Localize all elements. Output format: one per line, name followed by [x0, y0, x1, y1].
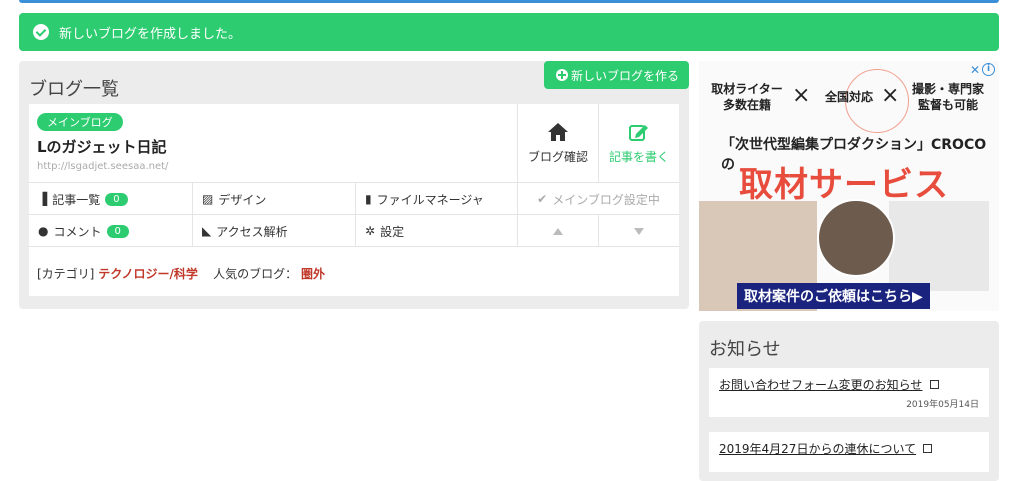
alert-message: 新しいブログを作成しました。: [59, 26, 242, 42]
category-label: [カテゴリ]: [37, 267, 95, 281]
popular-value: 圏外: [300, 267, 325, 281]
ad-writing-photo: [817, 199, 895, 277]
home-icon: [548, 123, 568, 141]
notice-item: お問い合わせフォーム変更のお知らせ 2019年05月14日: [709, 368, 989, 417]
blog-url[interactable]: http://lsgadjet.seesaa.net/: [37, 161, 168, 172]
write-article-button[interactable]: 記事を書く: [598, 104, 679, 183]
main-setting-label: メインブログ設定中: [552, 192, 660, 207]
ad-headline: 取材サービス: [739, 165, 949, 205]
arrow-up-icon: [553, 227, 563, 235]
confirm-blog-button[interactable]: ブログ確認: [517, 104, 598, 183]
top-accent-bar: [19, 0, 999, 3]
main-blog-setting-status: ✔ メインブログ設定中: [517, 183, 679, 215]
blog-card: メインブログ Lのガジェット日記 http://lsgadjet.seesaa.…: [29, 104, 679, 296]
comments-link[interactable]: ● コメント 0: [29, 215, 192, 247]
write-article-label: 記事を書く: [608, 150, 669, 164]
analytics-link[interactable]: ◣ アクセス解析: [192, 215, 355, 247]
external-link-icon: [923, 444, 933, 453]
comment-icon: ●: [38, 224, 49, 238]
articles-label: 記事一覧: [52, 192, 101, 207]
notice-title: お知らせ: [709, 339, 781, 360]
move-down-button[interactable]: [598, 215, 679, 247]
plus-circle-icon: [555, 69, 568, 81]
notice-link[interactable]: お問い合わせフォーム変更のお知らせ: [719, 378, 922, 392]
notice-item: 2019年4月27日からの連休について: [709, 432, 989, 472]
arrow-down-icon: [634, 227, 644, 235]
gear-icon: ✲: [365, 224, 376, 238]
new-blog-label: 新しいブログを作る: [570, 68, 679, 83]
comments-label: コメント: [53, 224, 102, 239]
popular-label: 人気のブログ：: [213, 267, 298, 281]
ad-text-3b: 監督も可能: [917, 98, 978, 112]
book-icon: ▐: [38, 192, 48, 206]
check-circle-icon: [33, 24, 49, 40]
ad-text-1: 取材ライター 多数在籍: [705, 81, 789, 113]
area-chart-icon: ◣: [202, 224, 212, 238]
new-blog-button[interactable]: 新しいブログを作る: [543, 61, 689, 89]
notice-link[interactable]: 2019年4月27日からの連休について: [719, 442, 916, 456]
file-manager-link[interactable]: ▮ ファイルマネージャ: [355, 183, 517, 215]
design-link[interactable]: ▨ デザイン: [192, 183, 355, 215]
panel-title: ブログ一覧: [29, 79, 119, 100]
blog-meta: [カテゴリ] テクノロジー/科学 人気のブログ： 圏外: [37, 265, 325, 282]
menu-row-1: ▐ 記事一覧 0 ▨ デザイン ▮ ファイルマネージャ ✔ メインブログ設定中: [29, 183, 679, 215]
file-manager-label: ファイルマネージャ: [376, 192, 484, 207]
ad-mult-2: ×: [881, 83, 900, 108]
ad-text-1a: 取材ライター: [711, 82, 783, 96]
main-blog-badge: メインブログ: [37, 113, 123, 131]
blog-list-panel: ブログ一覧 新しいブログを作る メインブログ Lのガジェット日記 http://…: [19, 61, 689, 309]
ad-text-3: 撮影・専門家 監督も可能: [901, 81, 995, 113]
confirm-blog-label: ブログ確認: [527, 150, 588, 164]
blog-header: メインブログ Lのガジェット日記 http://lsgadjet.seesaa.…: [29, 104, 679, 183]
ad-cta[interactable]: 取材案件のご依頼はこちら▶: [737, 283, 930, 309]
settings-link[interactable]: ✲ 設定: [355, 215, 517, 247]
menu-row-2: ● コメント 0 ◣ アクセス解析 ✲ 設定: [29, 215, 679, 247]
move-up-button[interactable]: [517, 215, 598, 247]
edit-icon: [629, 125, 648, 141]
category-value[interactable]: テクノロジー/科学: [98, 267, 198, 281]
ad-text-1b: 多数在籍: [722, 98, 771, 112]
notice-date: 2019年05月14日: [906, 400, 979, 410]
articles-count-badge: 0: [105, 192, 128, 206]
comments-count-badge: 0: [106, 224, 129, 238]
ad-mult-1: ×: [792, 83, 811, 108]
articles-link[interactable]: ▐ 記事一覧 0: [29, 183, 192, 215]
notice-panel: お知らせ お問い合わせフォーム変更のお知らせ 2019年05月14日 2019年…: [699, 321, 999, 481]
file-icon: ▮: [365, 192, 372, 206]
design-label: デザイン: [218, 192, 267, 207]
analytics-label: アクセス解析: [216, 224, 288, 239]
ad-text-2: 全国対応: [824, 90, 873, 104]
ad-top-row: 取材ライター 多数在籍 × 全国対応 × 撮影・専門家 監督も可能: [699, 69, 999, 135]
ad-decoration: [889, 201, 989, 291]
advertisement-banner[interactable]: ✕ i 取材ライター 多数在籍 × 全国対応 × 撮影・専門家 監督も可能 「次…: [699, 61, 999, 311]
external-link-icon: [929, 380, 939, 389]
blog-name[interactable]: Lのガジェット日記: [37, 136, 167, 157]
success-alert: 新しいブログを作成しました。: [19, 13, 999, 51]
settings-label: 設定: [380, 224, 405, 239]
image-icon: ▨: [202, 192, 214, 206]
ad-text-3a: 撮影・専門家: [911, 82, 984, 96]
check-icon: ✔: [537, 192, 548, 206]
